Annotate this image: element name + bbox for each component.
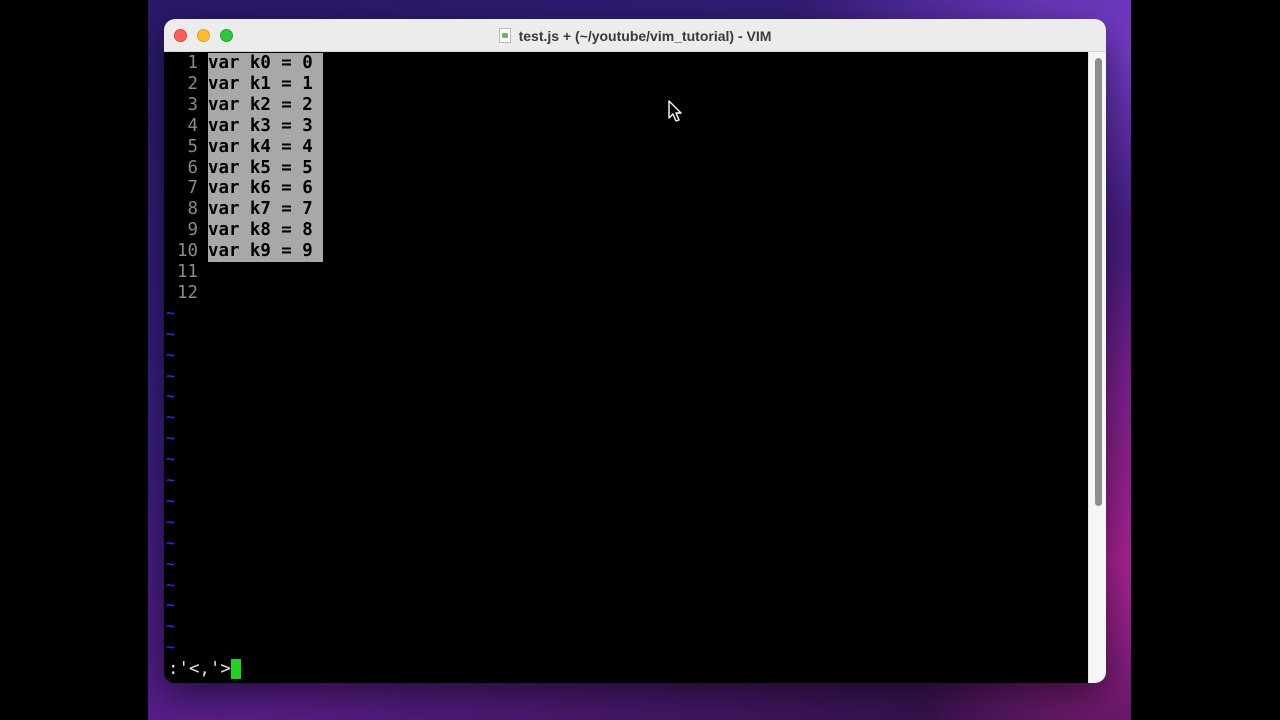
tilde-marker: ~ (166, 638, 176, 657)
title-wrap: test.js + (~/youtube/vim_tutorial) - VIM (164, 19, 1106, 52)
tilde-marker: ~ (166, 617, 176, 636)
scrollbar-thumb[interactable] (1095, 58, 1102, 506)
mouse-pointer-icon (668, 100, 682, 122)
line-text: var k1 = 1 (208, 73, 323, 95)
line-text: var k2 = 2 (208, 94, 323, 116)
tilde-marker: ~ (166, 429, 176, 448)
tilde-marker: ~ (166, 575, 176, 594)
editor-line[interactable]: 6 var k5 = 5 (164, 157, 323, 179)
title-bar[interactable]: test.js + (~/youtube/vim_tutorial) - VIM (164, 19, 1106, 52)
line-text: var k7 = 7 (208, 199, 323, 221)
tilde-marker: ~ (166, 387, 176, 406)
editor-line[interactable]: 4 var k3 = 3 (164, 115, 323, 137)
tilde-marker: ~ (166, 471, 176, 489)
line-number: 9 (187, 220, 198, 241)
text-cursor (230, 659, 241, 679)
tilde-marker: ~ (166, 366, 176, 385)
document-icon (498, 28, 511, 43)
editor-line[interactable]: 12 (164, 283, 208, 304)
scrollbar[interactable] (1088, 52, 1106, 683)
line-number: 7 (187, 178, 198, 199)
tilde-marker: ~ (166, 491, 176, 510)
line-text: var k8 = 8 (208, 220, 323, 242)
tilde-marker: ~ (166, 345, 176, 364)
line-number: 8 (187, 199, 198, 220)
line-number: 11 (177, 262, 198, 282)
editor-line[interactable]: 2 var k1 = 1 (164, 73, 323, 95)
vim-window[interactable]: test.js + (~/youtube/vim_tutorial) - VIM… (164, 19, 1106, 683)
line-number: 4 (187, 115, 198, 136)
tilde-marker: ~ (166, 554, 176, 573)
editor-line[interactable]: 3 var k2 = 2 (164, 94, 323, 116)
line-text: var k0 = 0 (208, 53, 323, 74)
line-number: 3 (187, 94, 198, 115)
line-number: 12 (177, 282, 198, 303)
editor-line[interactable]: 8 var k7 = 7 (164, 199, 323, 221)
line-number: 2 (187, 73, 198, 94)
line-number: 5 (187, 136, 198, 157)
tilde-marker: ~ (166, 324, 176, 343)
line-text: var k4 = 4 (208, 136, 323, 158)
editor-line[interactable]: 11 (164, 262, 208, 283)
editor-line[interactable]: 5 var k4 = 4 (164, 136, 323, 158)
window-title: test.js + (~/youtube/vim_tutorial) - VIM (518, 27, 772, 44)
line-number: 1 (187, 53, 198, 73)
editor-line[interactable]: 1 var k0 = 0 (164, 53, 323, 74)
line-number: 10 (177, 241, 198, 262)
tilde-marker: ~ (166, 512, 176, 531)
line-text: var k9 = 9 (208, 241, 323, 263)
tilde-marker: ~ (166, 533, 176, 552)
editor-area[interactable]: 1 var k0 = 0 2 var k1 = 1 3 var k2 = 2 4 var k3… (164, 52, 1088, 683)
tilde-marker: ~ (166, 596, 176, 615)
editor-line[interactable]: 7 var k6 = 6 (164, 178, 323, 200)
editor-line[interactable]: 10 var k9 = 9 (164, 241, 323, 263)
editor-line[interactable]: 9 var k8 = 8 (164, 220, 323, 242)
command-line[interactable]: :'<,'> (168, 659, 241, 680)
line-text: var k5 = 5 (208, 157, 323, 179)
tilde-marker: ~ (166, 303, 176, 322)
command-text: :'<,'> (168, 659, 231, 679)
line-text: var k6 = 6 (208, 178, 323, 200)
tilde-marker: ~ (166, 450, 176, 469)
line-text: var k3 = 3 (208, 115, 323, 137)
tilde-marker: ~ (166, 408, 176, 427)
line-number: 6 (187, 157, 198, 178)
